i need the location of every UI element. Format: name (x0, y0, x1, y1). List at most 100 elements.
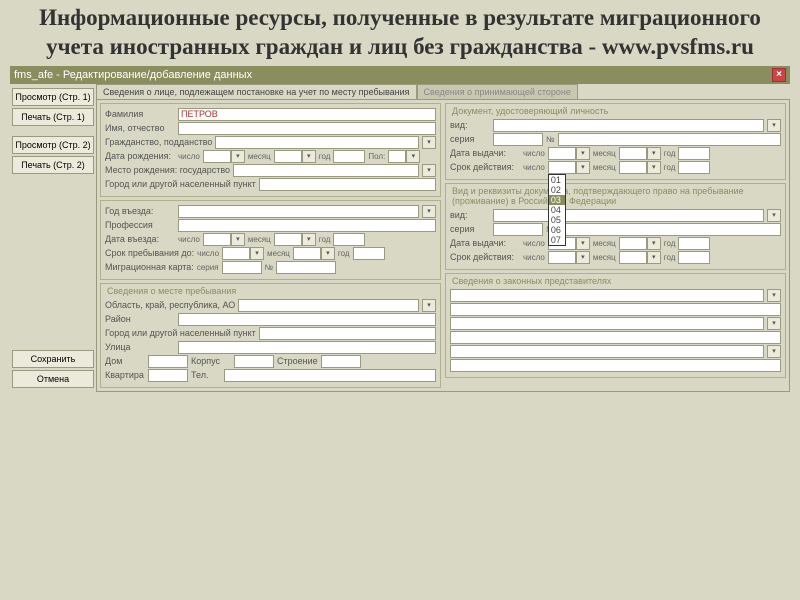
valid-year-input[interactable] (678, 161, 710, 174)
close-icon[interactable]: × (772, 68, 786, 82)
dropdown-icon[interactable] (767, 317, 781, 330)
label-day: число (178, 152, 200, 161)
dropdown-icon[interactable] (576, 161, 590, 174)
dropdown-icon[interactable] (321, 247, 335, 260)
doc-kind-input[interactable] (493, 119, 764, 132)
option-03[interactable]: 03 (549, 195, 565, 205)
option-07[interactable]: 07 (549, 235, 565, 245)
valid-month-input[interactable] (619, 161, 647, 174)
stay-month-input[interactable] (293, 247, 321, 260)
apartment-input[interactable] (148, 369, 188, 382)
right-number-input[interactable] (558, 223, 781, 236)
birthplace-input[interactable] (233, 164, 419, 177)
preview-page2-button[interactable]: Просмотр (Стр. 2) (12, 136, 94, 154)
dropdown-icon[interactable] (647, 237, 661, 250)
group-right-doc: Вид и реквизиты документа, подтверждающе… (445, 183, 786, 270)
option-02[interactable]: 02 (549, 185, 565, 195)
sex-input[interactable] (388, 150, 406, 163)
entry-month-input[interactable] (274, 233, 302, 246)
entry-year-input[interactable] (178, 205, 419, 218)
issue-month-input[interactable] (619, 147, 647, 160)
issue-year-input[interactable] (678, 147, 710, 160)
surname-input[interactable] (178, 108, 436, 121)
house-input[interactable] (148, 355, 188, 368)
dropdown-icon[interactable] (422, 205, 436, 218)
title-bar: fms_afe - Редактирование/добавление данн… (10, 66, 790, 84)
label-migr-card: Миграционная карта: (105, 262, 194, 272)
dropdown-icon[interactable] (302, 150, 316, 163)
option-05[interactable]: 05 (549, 215, 565, 225)
option-01[interactable]: 01 (549, 175, 565, 185)
dropdown-icon[interactable] (647, 251, 661, 264)
entry-day-input[interactable] (203, 233, 231, 246)
print-page2-button[interactable]: Печать (Стр. 2) (12, 156, 94, 174)
right-issue-month-input[interactable] (619, 237, 647, 250)
birth-city-input[interactable] (259, 178, 436, 191)
sidebar: Просмотр (Стр. 1) Печать (Стр. 1) Просмо… (10, 84, 96, 392)
district-input[interactable] (178, 313, 436, 326)
rep5-input[interactable] (450, 345, 764, 358)
city-input[interactable] (259, 327, 436, 340)
dropdown-icon[interactable] (422, 164, 436, 177)
issue-day-input[interactable] (548, 147, 576, 160)
building-input[interactable] (234, 355, 274, 368)
dropdown-icon[interactable] (576, 237, 590, 250)
dropdown-icon[interactable] (647, 161, 661, 174)
citizenship-input[interactable] (215, 136, 419, 149)
right-valid-month-input[interactable] (619, 251, 647, 264)
dropdown-icon[interactable] (231, 233, 245, 246)
label-month: месяц (248, 152, 271, 161)
stay-year-input[interactable] (353, 247, 385, 260)
entry-year2-input[interactable] (333, 233, 365, 246)
cancel-button[interactable]: Отмена (12, 370, 94, 388)
print-page1-button[interactable]: Печать (Стр. 1) (12, 108, 94, 126)
card-number-input[interactable] (276, 261, 336, 274)
birth-month-input[interactable] (274, 150, 302, 163)
dropdown-icon[interactable] (250, 247, 264, 260)
phone-input[interactable] (224, 369, 436, 382)
right-issue-year-input[interactable] (678, 237, 710, 250)
doc-number-input[interactable] (558, 133, 781, 146)
right-kind-input[interactable] (493, 209, 764, 222)
citizenship-dropdown-icon[interactable] (422, 136, 436, 149)
dropdown-icon[interactable] (767, 345, 781, 358)
dropdown-icon[interactable] (231, 150, 245, 163)
dropdown-icon[interactable] (647, 147, 661, 160)
dropdown-icon[interactable] (767, 119, 781, 132)
save-button[interactable]: Сохранить (12, 350, 94, 368)
option-04[interactable]: 04 (549, 205, 565, 215)
profession-input[interactable] (178, 219, 436, 232)
tab-host[interactable]: Сведения о принимающей стороне (417, 84, 578, 99)
structure-input[interactable] (321, 355, 361, 368)
right-series-input[interactable] (493, 223, 543, 236)
rep2-input[interactable] (450, 303, 781, 316)
dropdown-icon[interactable] (767, 209, 781, 222)
label-series3: серия (450, 224, 490, 234)
rep1-input[interactable] (450, 289, 764, 302)
tab-person[interactable]: Сведения о лице, подлежащем постановке н… (96, 84, 417, 99)
preview-page1-button[interactable]: Просмотр (Стр. 1) (12, 88, 94, 106)
street-input[interactable] (178, 341, 436, 354)
name-input[interactable] (178, 122, 436, 135)
region-input[interactable] (238, 299, 419, 312)
dropdown-icon[interactable] (406, 150, 420, 163)
label-valid-until: Срок действия: (450, 162, 520, 172)
rep3-input[interactable] (450, 317, 764, 330)
dropdown-icon[interactable] (302, 233, 316, 246)
rep6-input[interactable] (450, 359, 781, 372)
valid-day-input[interactable] (548, 161, 576, 174)
day-dropdown-list[interactable]: 01 02 03 04 05 06 07 (548, 174, 566, 246)
birth-year-input[interactable] (333, 150, 365, 163)
dropdown-icon[interactable] (576, 147, 590, 160)
right-valid-year-input[interactable] (678, 251, 710, 264)
dropdown-icon[interactable] (767, 289, 781, 302)
dropdown-icon[interactable] (422, 299, 436, 312)
rep4-input[interactable] (450, 331, 781, 344)
option-06[interactable]: 06 (549, 225, 565, 235)
stay-day-input[interactable] (222, 247, 250, 260)
dropdown-icon[interactable] (576, 251, 590, 264)
doc-series-input[interactable] (493, 133, 543, 146)
right-valid-day-input[interactable] (548, 251, 576, 264)
card-series-input[interactable] (222, 261, 262, 274)
birth-day-input[interactable] (203, 150, 231, 163)
